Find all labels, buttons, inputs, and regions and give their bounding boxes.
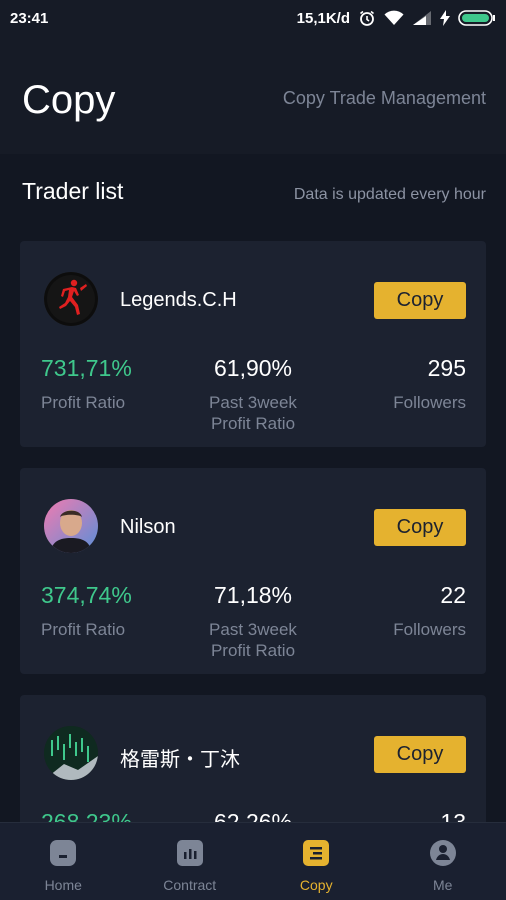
copy-button[interactable]: Copy: [374, 736, 466, 773]
avatar: [44, 499, 98, 553]
status-time: 23:41: [10, 9, 49, 27]
past-label-line2: Profit Ratio: [210, 414, 296, 433]
page-title: Copy: [22, 78, 116, 122]
tab-label: Contract: [163, 877, 217, 893]
portrait-icon: [44, 499, 98, 553]
tab-label: Copy: [299, 877, 333, 893]
avatar: [44, 726, 98, 780]
alarm-icon: [358, 9, 376, 27]
copy-button[interactable]: Copy: [374, 509, 466, 546]
copy-list-icon: [301, 838, 331, 868]
trader-list-title: Trader list: [22, 178, 124, 204]
chart-screen-icon: [44, 726, 98, 780]
tab-label: Me: [433, 877, 453, 893]
tab-home[interactable]: Home: [0, 823, 127, 900]
status-indicators: 15,1K/d: [297, 9, 496, 27]
tab-contract[interactable]: Contract: [127, 823, 254, 900]
trader-card[interactable]: Nilson Copy 374,74% 71,18% 22 Profit Rat…: [20, 468, 486, 674]
past-3week-ratio-value: 61,90%: [213, 355, 292, 381]
bottom-tab-bar: Home Contract Copy Me: [0, 822, 506, 900]
followers-label: Followers: [393, 620, 466, 639]
page-header: Copy Copy Trade Management: [0, 36, 506, 154]
home-icon: [48, 838, 78, 868]
trader-list: Legends.C.H Copy 731,71% 61,90% 295 Prof…: [20, 241, 486, 900]
avatar: [44, 272, 98, 326]
update-note: Data is updated every hour: [293, 186, 486, 203]
trader-list-header: Trader list Data is updated every hour: [0, 154, 506, 234]
tab-label: Home: [44, 877, 82, 893]
user-icon: [428, 838, 458, 868]
trader-name: Nilson: [120, 516, 176, 538]
copy-trade-management-link[interactable]: Copy Trade Management: [283, 88, 486, 109]
status-bar: 23:41 15,1K/d: [0, 0, 506, 36]
charging-icon: [440, 10, 450, 26]
tab-me[interactable]: Me: [380, 823, 506, 900]
trader-name: 格雷斯・丁沐: [120, 749, 240, 771]
signal-icon: [412, 10, 432, 26]
copy-button[interactable]: Copy: [374, 282, 466, 319]
followers-value: 295: [427, 355, 466, 381]
trader-card[interactable]: Legends.C.H Copy 731,71% 61,90% 295 Prof…: [20, 241, 486, 447]
wifi-icon: [384, 10, 404, 26]
jumpman-logo-icon: [44, 272, 98, 326]
battery-icon: [458, 9, 496, 27]
contract-chart-icon: [175, 838, 205, 868]
followers-value: 22: [440, 582, 466, 608]
past-label-line2: Profit Ratio: [210, 641, 296, 660]
followers-label: Followers: [393, 393, 466, 412]
tab-copy[interactable]: Copy: [253, 823, 380, 900]
past-3week-ratio-value: 71,18%: [213, 582, 292, 608]
network-speed: 15,1K/d: [296, 9, 350, 27]
trader-name: Legends.C.H: [120, 289, 237, 311]
